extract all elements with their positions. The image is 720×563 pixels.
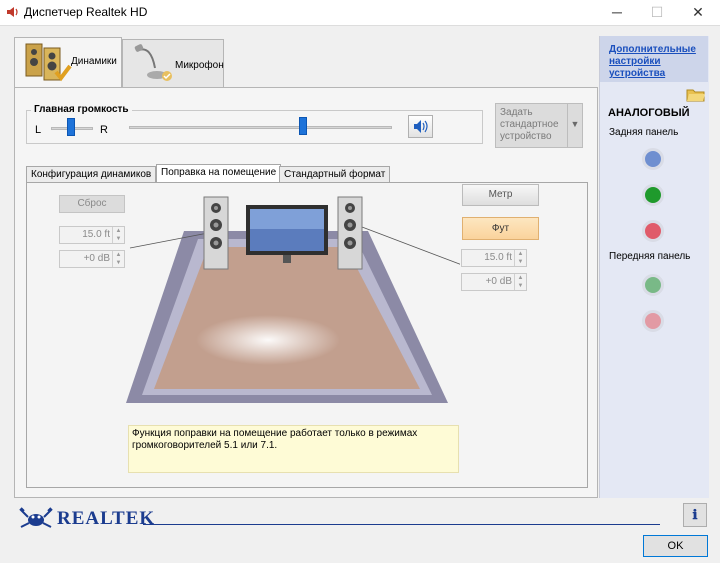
rear-jack-pink[interactable]: [642, 220, 664, 242]
volume-slider-track[interactable]: [129, 126, 392, 129]
info-icon: ℹ: [692, 507, 698, 522]
microphone-icon: [134, 44, 172, 81]
tab-microphone-label: Микрофон: [175, 60, 224, 71]
speaker-app-icon: [7, 7, 18, 17]
front-panel-label: Передняя панель: [609, 251, 691, 262]
tab-speakers[interactable]: Динамики: [14, 37, 122, 89]
right-gain-spinner[interactable]: +0 dB ▲ ▼: [461, 273, 527, 291]
mute-button[interactable]: [408, 115, 433, 138]
info-button[interactable]: ℹ: [683, 503, 707, 527]
reset-button[interactable]: Сброс: [59, 195, 125, 213]
spinner-arrows-icon[interactable]: ▲ ▼: [514, 250, 526, 266]
advanced-device-settings-link[interactable]: Дополнительные настройки устройства: [609, 44, 704, 80]
title-bar: Диспетчер Realtek HD ─ ☐ ✕: [0, 0, 720, 25]
rear-panel-label: Задняя панель: [609, 127, 679, 138]
speaker-volume-icon: [414, 120, 428, 133]
set-default-device-label: Задать стандартное устройство: [500, 107, 559, 142]
close-button[interactable]: ✕: [678, 0, 718, 25]
speakers-icon: [25, 43, 72, 82]
room-illustration: [126, 196, 460, 403]
window-title: Диспетчер Realtek HD: [24, 5, 148, 19]
folder-icon[interactable]: [686, 86, 706, 102]
ok-button[interactable]: OK: [643, 535, 708, 557]
left-distance-spinner[interactable]: 15.0 ft ▲ ▼: [59, 226, 125, 244]
left-gain-spinner[interactable]: +0 dB ▲ ▼: [59, 250, 125, 268]
left-distance-value: 15.0 ft: [82, 229, 110, 240]
unit-meter-button[interactable]: Метр: [462, 184, 539, 206]
tab-microphone[interactable]: Микрофон: [122, 39, 224, 89]
spinner-arrows-icon[interactable]: ▲ ▼: [112, 251, 124, 267]
balance-left-label: L: [35, 124, 42, 136]
unit-feet-button[interactable]: Фут: [462, 217, 539, 240]
right-distance-spinner[interactable]: 15.0 ft ▲ ▼: [461, 249, 527, 267]
tab-speakers-label: Динамики: [71, 56, 117, 67]
analog-header: АНАЛОГОВЫЙ: [608, 107, 690, 119]
main-volume-title: Главная громкость: [31, 104, 132, 115]
front-jack-green[interactable]: [642, 274, 664, 296]
balance-right-label: R: [100, 124, 108, 136]
spinner-arrows-icon[interactable]: ▲ ▼: [514, 274, 526, 290]
right-gain-value: +0 dB: [485, 276, 512, 287]
spinner-arrows-icon[interactable]: ▲ ▼: [112, 227, 124, 243]
rear-jack-blue[interactable]: [642, 148, 664, 170]
chevron-down-icon[interactable]: ▼: [567, 104, 582, 147]
rear-jack-green[interactable]: [642, 184, 664, 206]
balance-slider-thumb[interactable]: [67, 118, 75, 136]
minimize-button[interactable]: ─: [597, 0, 637, 25]
tab-speaker-configuration[interactable]: Конфигурация динамиков: [26, 166, 157, 183]
right-distance-value: 15.0 ft: [484, 252, 512, 263]
room-correction-info: Функция поправки на помещение работает т…: [128, 425, 459, 473]
left-gain-value: +0 dB: [83, 253, 110, 264]
tab-default-format[interactable]: Стандартный формат: [279, 166, 391, 183]
realtek-logo-text: REALTEK: [57, 508, 156, 529]
side-panel: [599, 36, 709, 498]
tab-room-correction[interactable]: Поправка на помещение: [156, 164, 282, 183]
maximize-button[interactable]: ☐: [637, 0, 677, 25]
realtek-crab-logo: [19, 507, 53, 528]
volume-slider-thumb[interactable]: [299, 117, 307, 135]
footer-divider: [143, 524, 660, 525]
front-jack-pink[interactable]: [642, 310, 664, 332]
